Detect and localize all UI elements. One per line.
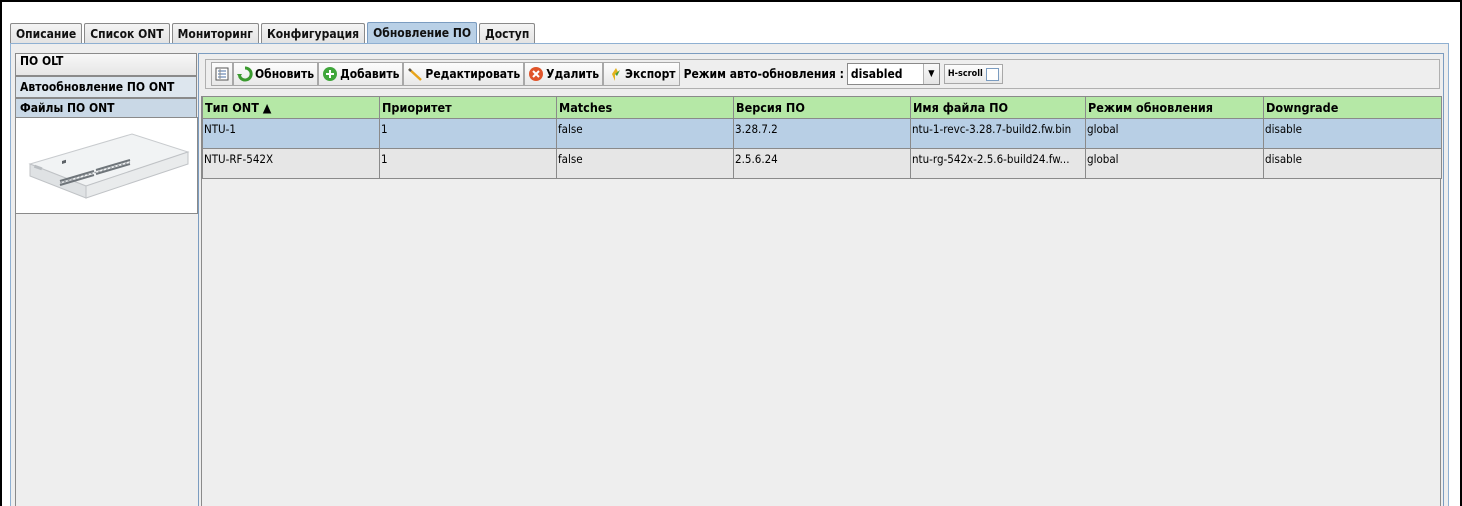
tab-monitoring[interactable]: Мониторинг [171, 23, 259, 44]
column-header-update-mode[interactable]: Режим обновления [1085, 96, 1264, 119]
column-header-matches[interactable]: Matches [556, 96, 734, 119]
autoupdate-mode-label: Режим авто-обновления : [683, 67, 844, 81]
chevron-down-icon[interactable]: ▼ [922, 64, 939, 84]
add-label: Добавить [340, 67, 400, 81]
cell-update-mode: global [1085, 148, 1264, 179]
column-header-ont-type[interactable]: Тип ONT ▲ [202, 96, 380, 119]
refresh-button[interactable]: Обновить [233, 62, 319, 86]
refresh-icon [237, 66, 253, 82]
hscroll-toggle[interactable]: H-scroll [943, 64, 1003, 84]
cell-matches: false [556, 148, 734, 179]
firmware-table-container: Тип ONT ▲ Приоритет Matches Версия ПО Им… [201, 96, 1442, 506]
toolbar: Обновить Добавить Редактировать Удалить … [205, 59, 1440, 89]
cell-update-mode: global [1085, 118, 1264, 149]
tab-ont-list[interactable]: Список ONT [84, 23, 170, 44]
table-row[interactable]: NTU-1 1 false 3.28.7.2 ntu-1-revc-3.28.7… [202, 118, 1442, 149]
main-tab-bar: Описание Список ONT Мониторинг Конфигура… [10, 22, 537, 44]
edit-button[interactable]: Редактировать [403, 62, 525, 86]
hscroll-checkbox[interactable] [985, 67, 999, 81]
side-tab-olt-firmware[interactable]: ПО OLT [15, 53, 197, 76]
autoupdate-mode-select[interactable]: disabled ▼ [846, 63, 940, 85]
device-image [15, 117, 198, 214]
delete-icon [528, 66, 544, 82]
tab-configuration[interactable]: Конфигурация [260, 23, 366, 44]
export-icon [607, 66, 623, 82]
side-tab-ont-autoupdate[interactable]: Автообновление ПО ONT [15, 76, 197, 98]
cell-fw-version: 3.28.7.2 [733, 118, 911, 149]
add-button[interactable]: Добавить [318, 62, 404, 86]
cell-priority: 1 [379, 148, 557, 179]
column-header-fw-filename[interactable]: Имя файла ПО [910, 96, 1086, 119]
table-row[interactable]: NTU-RF-542X 1 false 2.5.6.24 ntu-rg-542x… [202, 148, 1442, 179]
side-tab-ont-firmware-files[interactable]: Файлы ПО ONT [15, 98, 197, 118]
side-divider [15, 214, 16, 506]
cell-fw-filename: ntu-rg-542x-2.5.6-build24.fw... [910, 148, 1086, 179]
edit-label: Редактировать [425, 67, 521, 81]
column-header-downgrade[interactable]: Downgrade [1263, 96, 1442, 119]
table-header-row: Тип ONT ▲ Приоритет Matches Версия ПО Им… [202, 96, 1442, 119]
cell-fw-filename: ntu-1-revc-3.28.7-build2.fw.bin [910, 118, 1086, 149]
cell-fw-version: 2.5.6.24 [733, 148, 911, 179]
add-icon [322, 66, 338, 82]
side-tab-label: ПО OLT [20, 54, 64, 68]
pencil-icon [407, 66, 423, 82]
export-label: Экспорт [625, 67, 676, 81]
cell-downgrade: disable [1263, 148, 1442, 179]
cell-matches: false [556, 118, 734, 149]
column-header-priority[interactable]: Приоритет [379, 96, 557, 119]
refresh-label: Обновить [255, 67, 315, 81]
cell-downgrade: disable [1263, 118, 1442, 149]
tab-firmware-update[interactable]: Обновление ПО [367, 22, 478, 44]
table-columns-icon [214, 66, 230, 82]
tab-description[interactable]: Описание [10, 23, 83, 44]
side-tab-list: ПО OLT Автообновление ПО ONT Файлы ПО ON… [15, 53, 197, 118]
cell-ont-type: NTU-RF-542X [202, 148, 380, 179]
tab-access[interactable]: Доступ [479, 23, 536, 44]
columns-button[interactable] [211, 62, 233, 86]
column-header-fw-version[interactable]: Версия ПО [733, 96, 911, 119]
hscroll-label: H-scroll [947, 69, 983, 79]
export-button[interactable]: Экспорт [603, 62, 680, 86]
delete-button[interactable]: Удалить [524, 62, 604, 86]
cell-priority: 1 [379, 118, 557, 149]
autoupdate-mode-value: disabled [850, 67, 903, 81]
delete-label: Удалить [546, 67, 600, 81]
olt-device-picture [28, 133, 190, 199]
cell-ont-type: NTU-1 [202, 118, 380, 149]
firmware-table: Тип ONT ▲ Приоритет Matches Версия ПО Им… [202, 96, 1442, 179]
